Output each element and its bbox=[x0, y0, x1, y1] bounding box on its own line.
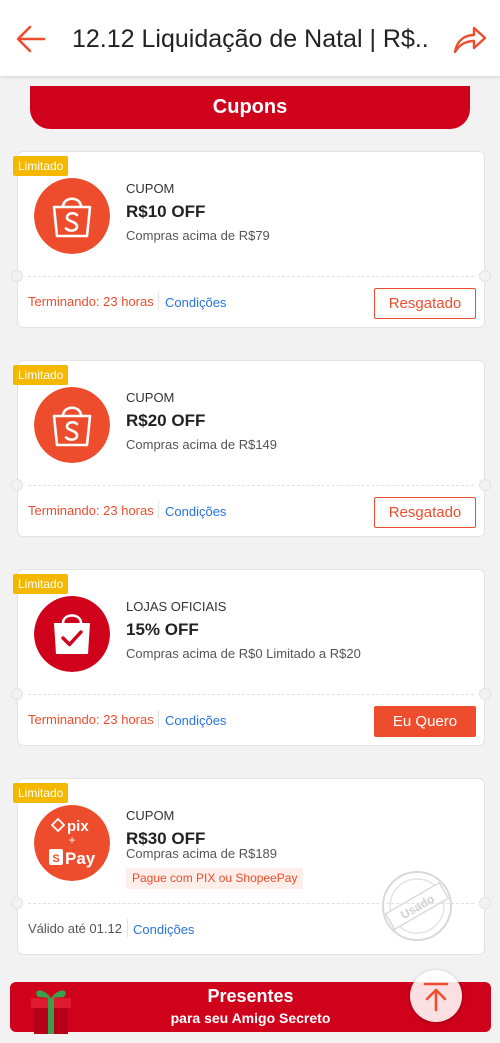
coupon-expiry: Terminando: 23 horas bbox=[28, 712, 154, 727]
coupon-expiry: Terminando: 23 horas bbox=[28, 503, 154, 518]
coupon-condition: Compras acima de R$189 bbox=[126, 846, 278, 861]
limited-badge: Limitado bbox=[13, 574, 69, 594]
coupon-card: Limitado CUPOM R$20 OFF Compras acima de… bbox=[11, 360, 491, 537]
official-store-check-bag-icon bbox=[34, 596, 110, 672]
limited-badge: Limitado bbox=[13, 365, 69, 385]
coupon-validity: Válido até 01.12 bbox=[28, 921, 122, 936]
pix-shopeepay-icon: pix + S Pay bbox=[34, 805, 110, 881]
shopee-bag-icon bbox=[34, 178, 110, 254]
coupon-card: Limitado CUPOM R$10 OFF Compras acima de… bbox=[11, 151, 491, 328]
conditions-link[interactable]: Condições bbox=[165, 504, 226, 519]
coupon-condition: Compras acima de R$149 bbox=[126, 437, 278, 452]
svg-text:+: + bbox=[68, 833, 75, 847]
coupon-type: CUPOM bbox=[126, 181, 175, 196]
conditions-link[interactable]: Condições bbox=[133, 922, 194, 937]
page-title: 12.12 Liquidação de Natal | R$.. bbox=[72, 25, 429, 53]
back-arrow-icon[interactable] bbox=[14, 22, 48, 56]
coupon-type: CUPOM bbox=[126, 808, 175, 823]
claimed-button[interactable]: Resgatado bbox=[374, 288, 476, 319]
arrow-up-icon bbox=[423, 982, 449, 1012]
coupon-expiry: Terminando: 23 horas bbox=[28, 294, 154, 309]
conditions-link[interactable]: Condições bbox=[165, 713, 226, 728]
section-banner: Cupons bbox=[30, 86, 470, 129]
payment-method-badge: Pague com PIX ou ShopeePay bbox=[126, 868, 304, 889]
scroll-to-top-button[interactable] bbox=[410, 970, 462, 1022]
used-stamp-icon: Usado bbox=[382, 871, 452, 941]
top-bar: 12.12 Liquidação de Natal | R$.. bbox=[0, 0, 500, 76]
coupon-card: Limitado pix + S Pay CUPOM R$30 OFF Comp… bbox=[11, 778, 491, 955]
share-icon[interactable] bbox=[452, 22, 488, 56]
coupon-card: Limitado LOJAS OFICIAIS 15% OFF Compras … bbox=[11, 569, 491, 746]
limited-badge: Limitado bbox=[13, 783, 69, 803]
divider bbox=[28, 485, 474, 486]
coupon-condition: Compras acima de R$0 Limitado a R$20 bbox=[126, 646, 361, 661]
conditions-link[interactable]: Condições bbox=[165, 295, 226, 310]
coupon-condition: Compras acima de R$79 bbox=[126, 228, 270, 243]
coupon-type: LOJAS OFICIAIS bbox=[126, 599, 227, 614]
coupon-amount: R$10 OFF bbox=[126, 202, 206, 221]
claim-button[interactable]: Eu Quero bbox=[374, 706, 476, 737]
section-banner-label: Cupons bbox=[212, 96, 288, 118]
divider bbox=[28, 276, 474, 277]
svg-text:Pay: Pay bbox=[65, 849, 96, 868]
coupon-amount: 15% OFF bbox=[126, 620, 199, 639]
shopee-bag-icon bbox=[34, 387, 110, 463]
limited-badge: Limitado bbox=[13, 156, 69, 176]
svg-text:S: S bbox=[52, 853, 59, 865]
claimed-button[interactable]: Resgatado bbox=[374, 497, 476, 528]
coupon-type: CUPOM bbox=[126, 390, 175, 405]
coupon-amount: R$20 OFF bbox=[126, 411, 206, 430]
divider bbox=[28, 903, 474, 904]
divider bbox=[28, 694, 474, 695]
